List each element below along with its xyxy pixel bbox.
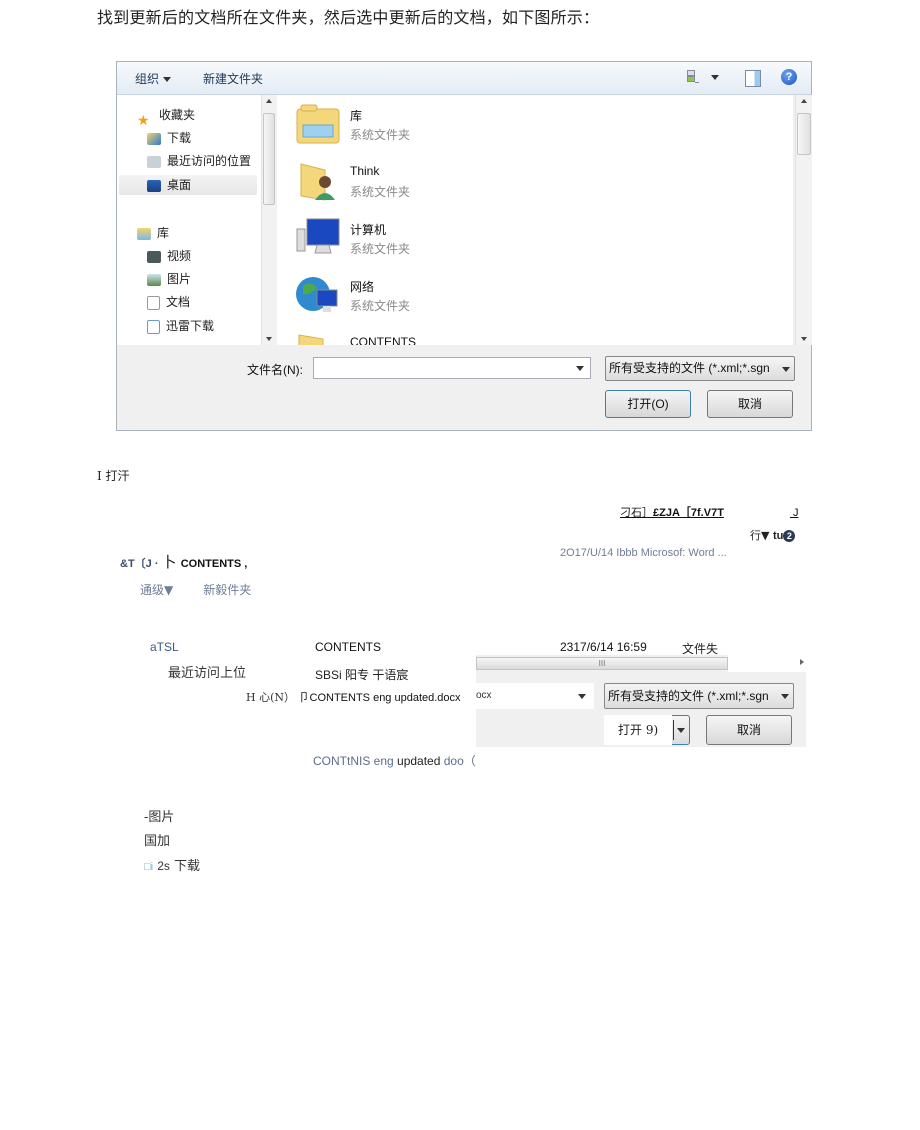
library-folder-icon xyxy=(296,104,340,144)
change-view-button[interactable] xyxy=(687,70,727,86)
view-options-icon xyxy=(687,70,701,86)
scroll-up-icon[interactable] xyxy=(801,99,807,103)
dialog-toolbar: 组织 新建文件夹 ? xyxy=(117,62,811,95)
garbled-open-title: I 打汗 xyxy=(97,469,130,483)
preview-pane-icon[interactable] xyxy=(745,70,761,87)
filename-input-fragment[interactable]: ocx xyxy=(476,683,594,709)
scroll-thumb[interactable] xyxy=(797,113,811,155)
garbled-address-bar: &T〔J · 卜 CONTENTS , xyxy=(120,554,248,571)
nav-item-videos[interactable]: 视频 xyxy=(147,246,191,266)
video-icon xyxy=(147,250,161,263)
garbled-recent-places: 最近访问上位 xyxy=(168,666,247,681)
new-folder-button[interactable]: 新建文件夹 xyxy=(203,70,263,87)
garbled-file-name-2: SBSi 阳专 干语宸 xyxy=(315,668,409,682)
file-type-filter-select[interactable]: 所有受支持的文件 (*.xml;*.sgn xyxy=(605,356,795,381)
thunder-download-icon xyxy=(147,319,160,334)
garbled-date-modified: 2O17/U/14 Ibbb Microsof: Word ... xyxy=(560,547,727,559)
desktop-icon xyxy=(147,179,161,192)
nav-item-downloads[interactable]: 下载 xyxy=(147,128,191,148)
garbled-search-box: 刁石］£ZJA［7f.V7T J xyxy=(620,506,799,519)
chevron-down-icon[interactable] xyxy=(576,366,584,371)
chevron-down-icon xyxy=(711,75,719,80)
file-type-filter-select-fragment[interactable]: 所有受支持的文件 (*.xml;*.sgn xyxy=(604,683,794,709)
chevron-down-icon[interactable] xyxy=(578,694,586,699)
download-folder-icon: □i xyxy=(144,861,154,873)
file-list: 库 系统文件夹 Think 系统文件夹 计算机 系统文件夹 网络 系统文件夹 C… xyxy=(277,95,793,345)
open-file-dialog: 组织 新建文件夹 ? ★ 收藏夹 下载 最近访问的位置 桌面 库 视频 图片 文… xyxy=(116,61,812,431)
horizontal-scrollbar[interactable]: III xyxy=(476,657,728,670)
nav-item-libraries[interactable]: 库 xyxy=(137,223,169,243)
nav-item-pictures[interactable]: 图片 xyxy=(147,269,191,289)
garbled-toolbar: 通级▼ 新毅件夹 xyxy=(140,583,252,597)
garbled-nav-downloads: □i 2s 下载 xyxy=(144,859,201,874)
garbled-file-date: 2317/6/14 16:59 xyxy=(560,640,647,654)
open-button[interactable]: 打开(O) xyxy=(605,390,691,418)
organize-menu-button[interactable]: 组织 xyxy=(135,70,172,87)
folder-icon xyxy=(298,334,324,345)
nav-item-desktop[interactable]: 桌面 xyxy=(119,175,257,195)
nav-item-thunder-downloads[interactable]: 迅雷下载 xyxy=(147,316,214,336)
network-icon xyxy=(296,277,338,312)
chevron-down-icon xyxy=(163,77,172,83)
chevron-down-icon xyxy=(782,367,790,372)
intro-paragraph: 找到更新后的文档所在文件夹，然后选中更新后的文档，如下图所示： xyxy=(97,8,600,27)
help-icon: 2 xyxy=(783,530,796,542)
garbled-nav-item: 国加 xyxy=(144,834,171,849)
nav-item-recent-places[interactable]: 最近访问的位置 xyxy=(147,151,251,171)
library-icon xyxy=(137,227,151,240)
download-folder-icon xyxy=(147,132,161,145)
filename-label: 文件名(N): xyxy=(247,363,303,377)
scroll-down-icon[interactable] xyxy=(266,337,272,341)
recent-places-icon xyxy=(147,155,161,168)
cancel-button-fragment[interactable]: 取消 xyxy=(706,715,792,745)
organize-label: 组织 xyxy=(135,72,160,86)
nav-item-favorites[interactable]: ★ 收藏夹 xyxy=(137,105,195,128)
garbled-file-name: CONTENTS xyxy=(315,640,381,654)
open-split-button[interactable]: 打开 9) xyxy=(604,715,690,745)
garbled-view-controls: 行▼ tu 2 xyxy=(750,527,796,543)
scroll-thumb[interactable] xyxy=(263,113,275,205)
star-icon: ★ xyxy=(137,111,150,128)
scroll-up-icon[interactable] xyxy=(266,99,272,103)
computer-icon xyxy=(296,218,340,254)
garbled-selected-filename: CONTtNIS eng updated doo（ xyxy=(313,754,476,768)
garbled-favorites: aTSL xyxy=(150,640,179,654)
user-folder-icon xyxy=(300,163,335,201)
pictures-icon xyxy=(147,273,161,286)
filename-input[interactable] xyxy=(313,357,591,379)
help-icon[interactable]: ? xyxy=(781,69,797,85)
garbled-nav-pictures: -图片 xyxy=(144,810,175,825)
dialog-footer-fragment: III ocx 所有受支持的文件 (*.xml;*.sgn 打开 9) 取消 xyxy=(476,655,806,747)
scroll-right-icon[interactable] xyxy=(800,659,804,665)
file-list-scrollbar[interactable] xyxy=(795,95,812,345)
cancel-button[interactable]: 取消 xyxy=(707,390,793,418)
chevron-down-icon xyxy=(781,694,789,699)
dialog-footer: 文件名(N): 所有受支持的文件 (*.xml;*.sgn 打开(O) 取消 xyxy=(117,345,811,430)
documents-icon xyxy=(147,295,160,310)
nav-scrollbar[interactable] xyxy=(261,95,276,345)
navigation-pane: ★ 收藏夹 下载 最近访问的位置 桌面 库 视频 图片 文档 迅雷下载 xyxy=(117,95,261,345)
garbled-filename-row: H 心(N） 卩CONTENTS eng updated.docx xyxy=(246,691,461,704)
scroll-down-icon[interactable] xyxy=(801,337,807,341)
chevron-down-icon[interactable] xyxy=(677,728,685,733)
nav-item-documents[interactable]: 文档 xyxy=(147,292,190,312)
